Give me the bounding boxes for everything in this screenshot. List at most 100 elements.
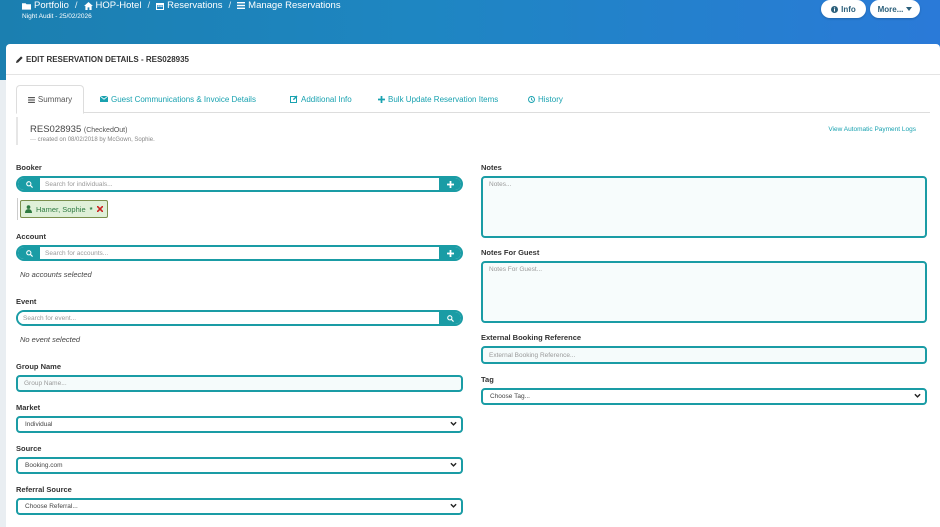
reservation-accent-bar [16, 117, 18, 145]
booker-label: Booker [16, 163, 42, 172]
booker-add-button[interactable] [439, 178, 461, 190]
pencil-icon [16, 56, 23, 63]
tab-additional-info-label: Additional Info [301, 94, 352, 104]
tab-bulk-update-label: Bulk Update Reservation Items [388, 94, 499, 104]
event-label: Event [16, 297, 37, 306]
group-name-input[interactable] [16, 375, 463, 392]
breadcrumb-manage-label: Manage Reservations [248, 0, 341, 11]
chevron-down-icon [914, 393, 921, 398]
calendar-icon [156, 2, 165, 10]
notes-textarea[interactable] [481, 176, 927, 238]
notes-for-guest-textarea[interactable] [481, 261, 927, 323]
market-select[interactable]: Individual [16, 416, 463, 433]
info-icon [831, 5, 839, 13]
edit-icon [290, 95, 298, 103]
account-search-button[interactable] [18, 247, 40, 259]
event-search-group [16, 310, 463, 326]
market-label: Market [16, 403, 41, 412]
plus-icon [446, 249, 454, 257]
tag-select[interactable]: Choose Tag... [481, 388, 927, 405]
external-booking-reference-input[interactable] [481, 346, 927, 364]
referral-source-select-value: Choose Referral... [25, 503, 78, 510]
tab-bar: Summary Guest Communications & Invoice D… [16, 85, 930, 114]
booker-search-group [16, 176, 463, 192]
notes-for-guest-label: Notes For Guest [481, 248, 540, 257]
search-icon [25, 180, 33, 188]
plus-icon [378, 95, 385, 103]
booker-chip-rule [17, 198, 18, 220]
market-select-value: Individual [25, 421, 53, 428]
more-button[interactable]: More... [870, 0, 920, 18]
external-booking-reference-label: External Booking Reference [481, 333, 582, 342]
breadcrumb-manage[interactable]: Manage Reservations [237, 0, 341, 11]
created-dash: — [30, 137, 38, 143]
more-button-label: More... [877, 4, 904, 14]
account-search-input[interactable] [40, 247, 439, 259]
referral-source-label: Referral Source [16, 485, 72, 494]
chevron-down-icon [450, 462, 457, 467]
chevron-down-icon [450, 421, 457, 426]
info-button-label: Info [841, 4, 856, 14]
reservation-created-text: created on 08/02/2018 by McGown, Sophie. [37, 137, 155, 143]
breadcrumb-hotel-label: HOP-Hotel [95, 0, 142, 11]
divider [6, 74, 940, 75]
booker-chip-name: Hamer, Sophie [36, 204, 86, 214]
tag-select-value: Choose Tag... [490, 393, 530, 400]
event-search-input[interactable] [18, 312, 439, 324]
booker-search-button[interactable] [18, 178, 40, 190]
card-title-text: EDIT RESERVATION DETAILS - RES028935 [26, 55, 190, 64]
clock-icon [528, 95, 535, 103]
reservation-status: (CheckedOut) [83, 127, 128, 134]
breadcrumb-reservations-label: Reservations [167, 0, 223, 11]
event-search-button[interactable] [439, 312, 461, 324]
folder-icon [22, 2, 31, 10]
card-title: EDIT RESERVATION DETAILS - RES028935 [16, 55, 189, 64]
home-icon [83, 1, 93, 10]
tag-label: Tag [481, 375, 494, 384]
tab-guest-communications[interactable]: Guest Communications & Invoice Details [96, 85, 260, 113]
source-select[interactable]: Booking.com [16, 457, 463, 474]
tab-summary-label: Summary [37, 95, 73, 104]
info-button[interactable]: Info [821, 0, 866, 18]
search-icon [446, 314, 454, 322]
reservation-id-text: RES028935 [30, 124, 82, 135]
breadcrumb-reservations[interactable]: Reservations [156, 0, 223, 11]
caret-down-icon [906, 7, 913, 11]
group-name-label: Group Name [16, 362, 62, 371]
breadcrumb-separator: / [74, 0, 78, 11]
tab-bulk-update[interactable]: Bulk Update Reservation Items [374, 85, 502, 113]
source-select-value: Booking.com [25, 462, 63, 469]
list-icon [237, 2, 246, 9]
tab-guest-communications-label: Guest Communications & Invoice Details [111, 94, 256, 104]
notes-label: Notes [481, 163, 502, 172]
booker-chip[interactable]: Hamer, Sophie * [20, 200, 108, 218]
reservation-created: — created on 08/02/2018 by McGown, Sophi… [30, 137, 155, 143]
remove-icon[interactable] [96, 206, 103, 212]
referral-source-select[interactable]: Choose Referral... [16, 498, 463, 515]
chevron-down-icon [450, 503, 457, 508]
user-icon [25, 205, 32, 213]
breadcrumb-hotel[interactable]: HOP-Hotel [83, 0, 142, 11]
breadcrumb-portfolio-label: Portfolio [34, 0, 69, 11]
account-empty-text: No accounts selected [20, 270, 92, 279]
account-add-button[interactable] [439, 247, 461, 259]
breadcrumb-separator: / [228, 0, 232, 11]
tab-history[interactable]: History [524, 85, 567, 113]
booker-search-input[interactable] [40, 178, 439, 190]
account-search-group [16, 245, 463, 261]
night-audit-date: Night Audit - 25/02/2026 [22, 13, 92, 20]
list-icon [27, 96, 35, 103]
tab-summary[interactable]: Summary [16, 85, 84, 114]
breadcrumb: Portfolio / HOP-Hotel / Reservations / M… [22, 0, 341, 11]
envelope-icon [100, 96, 108, 102]
account-label: Account [16, 232, 46, 241]
breadcrumb-portfolio[interactable]: Portfolio [22, 0, 69, 11]
reservation-id: RES028935 (CheckedOut) [30, 124, 127, 135]
breadcrumb-separator: / [147, 0, 151, 11]
plus-icon [446, 180, 454, 188]
tab-additional-info[interactable]: Additional Info [286, 85, 356, 113]
view-payment-logs-link[interactable]: View Automatic Payment Logs [828, 126, 916, 133]
booker-chip-star: * [89, 204, 93, 214]
source-label: Source [16, 444, 42, 453]
search-icon [25, 249, 33, 257]
